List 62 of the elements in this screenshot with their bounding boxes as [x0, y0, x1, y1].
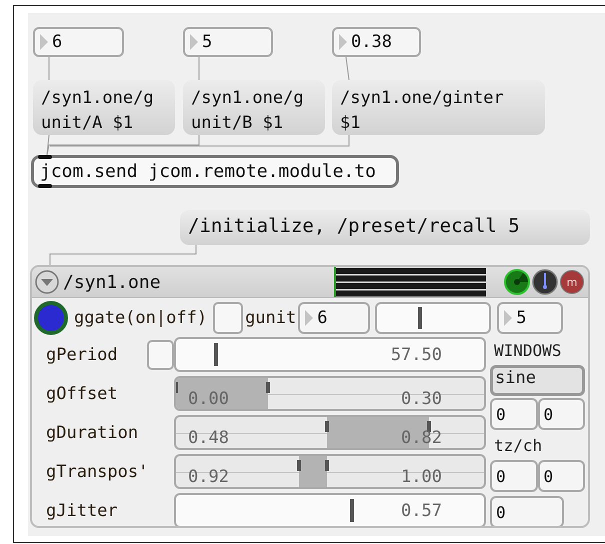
tz-label: tz/ch: [493, 434, 544, 456]
slider-value: 0.92: [188, 467, 229, 487]
number-box[interactable]: 5: [183, 27, 273, 57]
slider-thumb[interactable]: [266, 382, 270, 393]
number-box[interactable]: 5: [497, 302, 564, 334]
slider-thumb[interactable]: [418, 307, 422, 329]
parameter-label: gDuration: [46, 422, 138, 442]
slider-thumb[interactable]: [350, 498, 354, 522]
toggle[interactable]: [34, 301, 68, 335]
range-slider[interactable]: 0.92 1.00: [174, 454, 486, 489]
checkbox[interactable]: [213, 302, 244, 334]
message-box[interactable]: /syn1.one/ginter $1: [332, 80, 545, 135]
triangle-icon: [338, 33, 348, 51]
slider-value: 0.48: [188, 428, 229, 448]
number-box[interactable]: 0: [490, 460, 538, 492]
number-box[interactable]: 0: [490, 496, 564, 526]
triangle-icon: [503, 309, 514, 327]
slider-thumb[interactable]: [297, 460, 302, 471]
slider[interactable]: [375, 302, 492, 334]
knob-icon[interactable]: [532, 269, 558, 295]
range-slider[interactable]: 0.00 0.30: [174, 376, 486, 411]
slider-value: 0.30: [401, 389, 442, 409]
gunit-label: gunit: [245, 308, 296, 328]
slider-value: 1.00: [401, 467, 442, 487]
collapse-icon[interactable]: [35, 270, 59, 294]
module-title: /syn1.one: [63, 272, 162, 292]
slider[interactable]: 0.57: [174, 493, 486, 526]
menu-field[interactable]: sine: [490, 365, 585, 396]
object-box[interactable]: jcom.send jcom.remote.module.to: [31, 155, 399, 188]
slider-thumb[interactable]: [214, 342, 218, 366]
number-box[interactable]: 0.38: [332, 27, 421, 57]
slider-thumb[interactable]: [324, 460, 329, 471]
number-box[interactable]: 0: [490, 398, 538, 430]
slider-value: 0.82: [401, 428, 442, 448]
windows-label: WINDOWS: [493, 340, 562, 362]
parameter-label: gPeriod: [46, 344, 118, 364]
triangle-icon: [39, 33, 49, 51]
message-box[interactable]: /initialize, /preset/recall 5: [180, 210, 590, 245]
number-box[interactable]: 6: [33, 27, 124, 57]
slider-fill: [299, 456, 327, 487]
slider-thumb[interactable]: [426, 420, 431, 432]
range-slider[interactable]: 0.48 0.82: [174, 415, 486, 450]
triangle-icon: [304, 309, 314, 327]
slider-thumb[interactable]: [324, 420, 329, 432]
checkbox[interactable]: [147, 340, 174, 370]
number-box[interactable]: 6: [298, 302, 370, 334]
gate-label: ggate(on|off): [74, 308, 208, 328]
number-box[interactable]: 0: [538, 460, 585, 492]
parameter-label: gOffset: [46, 384, 118, 404]
number-box[interactable]: 0: [538, 398, 585, 430]
slider-value: 0.57: [401, 500, 442, 520]
triangle-icon: [189, 33, 199, 51]
slider[interactable]: 57.50: [174, 337, 486, 372]
parameter-label: gTranspos': [46, 462, 148, 482]
patch-cord: [346, 56, 350, 80]
power-icon[interactable]: [504, 269, 530, 295]
module-button[interactable]: m: [560, 270, 584, 294]
message-box[interactable]: /syn1.one/g unit/A $1: [33, 80, 175, 135]
slider-value: 0.00: [188, 389, 229, 409]
slider-value: 57.50: [390, 344, 442, 364]
parameter-label: gJitter: [46, 500, 118, 520]
message-box[interactable]: /syn1.one/g unit/B $1: [183, 80, 325, 135]
